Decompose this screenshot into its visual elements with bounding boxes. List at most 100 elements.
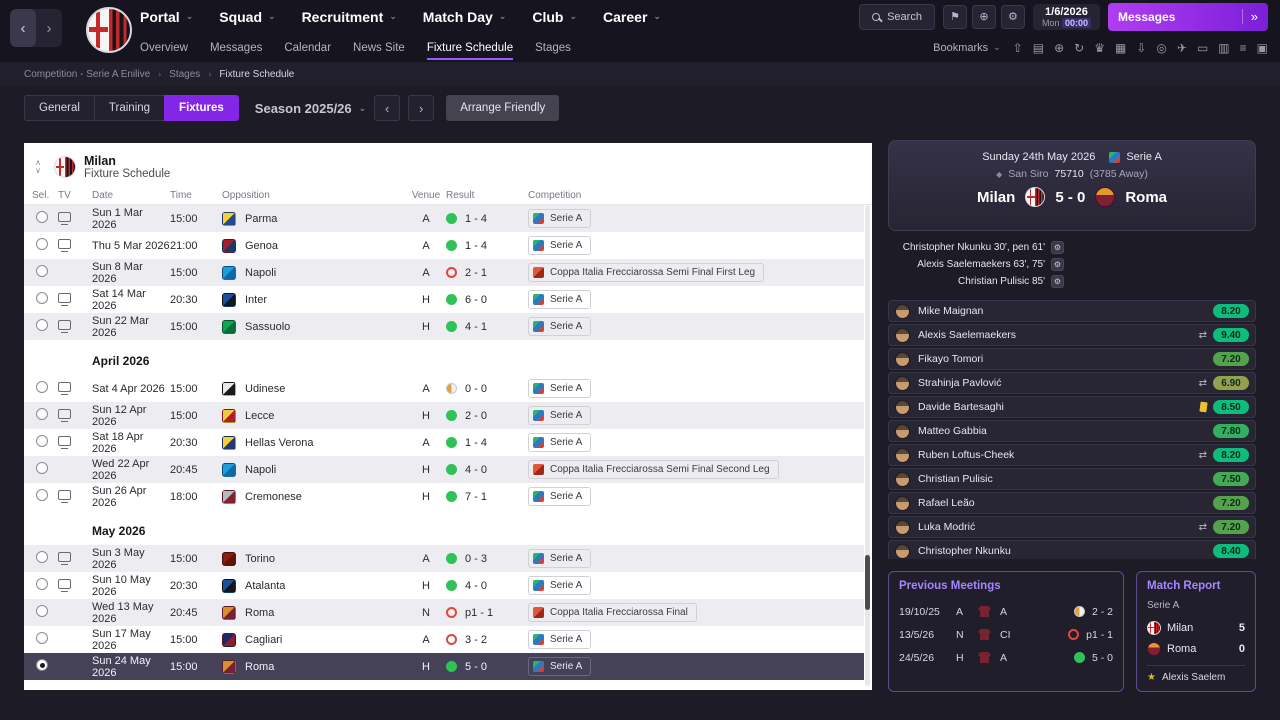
fixture-select-radio[interactable] <box>36 605 48 617</box>
meeting-row[interactable]: 19/10/25 A A 2 - 2 <box>899 600 1113 623</box>
trophy-icon[interactable]: ♛ <box>1094 41 1105 55</box>
result-icon-win <box>446 321 457 332</box>
player-rating-row[interactable]: Davide Bartesaghi 8.50 <box>888 396 1256 419</box>
subnav-item-overview[interactable]: Overview <box>140 36 188 60</box>
fixture-row[interactable]: Wed 22 Apr 2026 20:45 Napoli H 4 - 0 Coppa It… <box>24 456 864 483</box>
player-rating-row[interactable]: Christopher Nkunku 8.40 <box>888 540 1256 559</box>
arrange-friendly-button[interactable]: Arrange Friendly <box>446 95 560 121</box>
fixture-row[interactable]: Sun 26 Apr 2026 18:00 Cremonese H 7 - 1 Serie… <box>24 483 864 510</box>
match-report-panel[interactable]: Match Report Serie A Milan 5 Roma 0 ★ Al… <box>1136 571 1256 692</box>
fixture-row[interactable]: Thu 5 Mar 2026 21:00 Genoa A 1 - 4 Serie A <box>24 232 864 259</box>
fixture-select-radio[interactable] <box>36 659 48 671</box>
fixture-select-radio[interactable] <box>36 489 48 501</box>
fixture-row[interactable]: Sat 18 Apr 2026 20:30 Hellas Verona A 1 - 4 S… <box>24 429 864 456</box>
calendar-icon[interactable]: ▦ <box>1115 41 1126 55</box>
subnav-item-messages[interactable]: Messages <box>210 36 262 60</box>
event-gear-icon[interactable]: ⚙ <box>1051 258 1064 272</box>
fixture-row[interactable]: Sun 17 May 2026 15:00 Cagliari A 3 - 2 Serie … <box>24 626 864 653</box>
travel-icon[interactable]: ✈ <box>1177 41 1187 55</box>
settings-gear-icon[interactable]: ⚙ <box>1000 4 1025 29</box>
download-icon[interactable]: ⇩ <box>1136 41 1146 55</box>
scrollbar[interactable] <box>865 205 870 686</box>
player-rating-row[interactable]: Luka Modrić ⇄ 7.20 <box>888 516 1256 539</box>
tab-training[interactable]: Training <box>93 95 165 121</box>
fixture-select-radio[interactable] <box>36 211 48 223</box>
menu-club[interactable]: Club ⌄ <box>532 9 577 25</box>
stats-icon[interactable]: ▥ <box>1218 41 1229 55</box>
menu-squad[interactable]: Squad ⌄ <box>219 9 275 25</box>
fixture-select-radio[interactable] <box>36 292 48 304</box>
back-button[interactable]: ‹ <box>10 9 36 47</box>
fixture-select-radio[interactable] <box>36 408 48 420</box>
fixture-select-radio[interactable] <box>36 551 48 563</box>
fixture-select-radio[interactable] <box>36 632 48 644</box>
card-icon[interactable]: ▭ <box>1197 41 1208 55</box>
season-selector[interactable]: Season 2025/26 ⌄ <box>255 101 366 116</box>
player-rating-row[interactable]: Mike Maignan 8.20 <box>888 300 1256 323</box>
meeting-row[interactable]: 13/5/26 N CI p1 - 1 <box>899 623 1113 646</box>
fixture-venue: A <box>422 266 430 279</box>
competition-name: Serie A <box>550 437 583 448</box>
fixture-row[interactable]: Sun 12 Apr 2026 15:00 Lecce H 2 - 0 Serie A <box>24 402 864 429</box>
list-icon[interactable]: ≡ <box>1240 41 1247 55</box>
globe-icon[interactable]: ⊕ <box>971 4 996 29</box>
flag-icon[interactable]: ⚑ <box>942 4 967 29</box>
fixture-row[interactable]: Sun 1 Mar 2026 15:00 Parma A 1 - 4 Serie A <box>24 205 864 232</box>
fixture-select-radio[interactable] <box>36 435 48 447</box>
player-rating-row[interactable]: Alexis Saelemaekers ⇄ 9.40 <box>888 324 1256 347</box>
subnav-item-stages[interactable]: Stages <box>535 36 571 60</box>
menu-match-day[interactable]: Match Day ⌄ <box>423 9 507 25</box>
club-logo[interactable] <box>86 7 132 53</box>
finance-icon[interactable]: ◎ <box>1156 41 1166 55</box>
subnav-item-calendar[interactable]: Calendar <box>284 36 331 60</box>
event-gear-icon[interactable]: ⚙ <box>1051 241 1064 255</box>
menu-recruitment[interactable]: Recruitment ⌄ <box>302 9 397 25</box>
bookmarks-dropdown[interactable]: Bookmarks ⌄ <box>933 42 1001 54</box>
player-rating-row[interactable]: Christian Pulisic 7.50 <box>888 468 1256 491</box>
scrollbar-thumb[interactable] <box>865 555 870 610</box>
meeting-row[interactable]: 24/5/26 H A 5 - 0 <box>899 646 1113 669</box>
player-rating-row[interactable]: Matteo Gabbia 7.80 <box>888 420 1256 443</box>
subnav-item-news-site[interactable]: News Site <box>353 36 405 60</box>
fixture-row[interactable]: Sun 24 May 2026 15:00 Roma H 5 - 0 Serie A <box>24 653 864 680</box>
fixture-row[interactable]: Sun 3 May 2026 15:00 Torino A 0 - 3 Serie A <box>24 545 864 572</box>
menu-portal[interactable]: Portal ⌄ <box>140 9 193 25</box>
fixture-select-radio[interactable] <box>36 319 48 331</box>
tv-icon <box>58 320 71 333</box>
fixture-select-radio[interactable] <box>36 238 48 250</box>
fixture-row[interactable]: Sun 10 May 2026 20:30 Atalanta H 4 - 0 Serie … <box>24 572 864 599</box>
notes-icon[interactable]: ▤ <box>1033 41 1044 55</box>
search-button[interactable]: Search <box>859 3 935 30</box>
fixture-row[interactable]: Sun 8 Mar 2026 15:00 Napoli A 2 - 1 Coppa Ita… <box>24 259 864 286</box>
subnav-item-fixture-schedule[interactable]: Fixture Schedule <box>426 36 514 60</box>
messages-button[interactable]: Messages » <box>1108 2 1268 31</box>
fixture-row[interactable]: Wed 13 May 2026 20:45 Roma Np1 - 1 Coppa Ita… <box>24 599 864 626</box>
game-date[interactable]: 1/6/2026 Mon 00:00 <box>1032 3 1100 30</box>
chevron-down-icon[interactable]: ∨ <box>30 167 46 175</box>
tab-general[interactable]: General <box>24 95 94 121</box>
breadcrumb-item[interactable]: Stages <box>169 69 200 80</box>
player-rating-row[interactable]: Rafael Leão 7.20 <box>888 492 1256 515</box>
breadcrumb-item[interactable]: Competition - Serie A Enilive <box>24 69 150 80</box>
fixture-select-radio[interactable] <box>36 462 48 474</box>
time-value: 00:00 <box>1061 17 1091 28</box>
fixture-row[interactable]: Sat 4 Apr 2026 15:00 Udinese A 0 - 0 Serie A <box>24 375 864 402</box>
fixture-row[interactable]: Sat 14 Mar 2026 20:30 Inter H 6 - 0 Serie A <box>24 286 864 313</box>
fixture-row[interactable]: Sun 22 Mar 2026 15:00 Sassuolo H 4 - 1 Serie … <box>24 313 864 340</box>
event-gear-icon[interactable]: ⚙ <box>1051 275 1064 289</box>
player-rating-row[interactable]: Strahinja Pavlović ⇄ 6.90 <box>888 372 1256 395</box>
forward-button[interactable]: › <box>36 9 62 47</box>
player-rating-row[interactable]: Fikayo Tomori 7.20 <box>888 348 1256 371</box>
fixture-select-radio[interactable] <box>36 265 48 277</box>
fixture-select-radio[interactable] <box>36 578 48 590</box>
player-rating-row[interactable]: Ruben Loftus-Cheek ⇄ 8.20 <box>888 444 1256 467</box>
prev-season-button[interactable]: ‹ <box>374 95 401 121</box>
upload-icon[interactable]: ⇧ <box>1013 41 1023 55</box>
refresh-icon[interactable]: ↻ <box>1074 41 1084 55</box>
menu-career[interactable]: Career ⌄ <box>603 9 661 25</box>
fixture-select-radio[interactable] <box>36 381 48 393</box>
next-season-button[interactable]: › <box>408 95 435 121</box>
news-icon[interactable]: ▣ <box>1257 41 1268 55</box>
tab-fixtures[interactable]: Fixtures <box>164 95 239 121</box>
globe-icon[interactable]: ⊕ <box>1054 41 1064 55</box>
